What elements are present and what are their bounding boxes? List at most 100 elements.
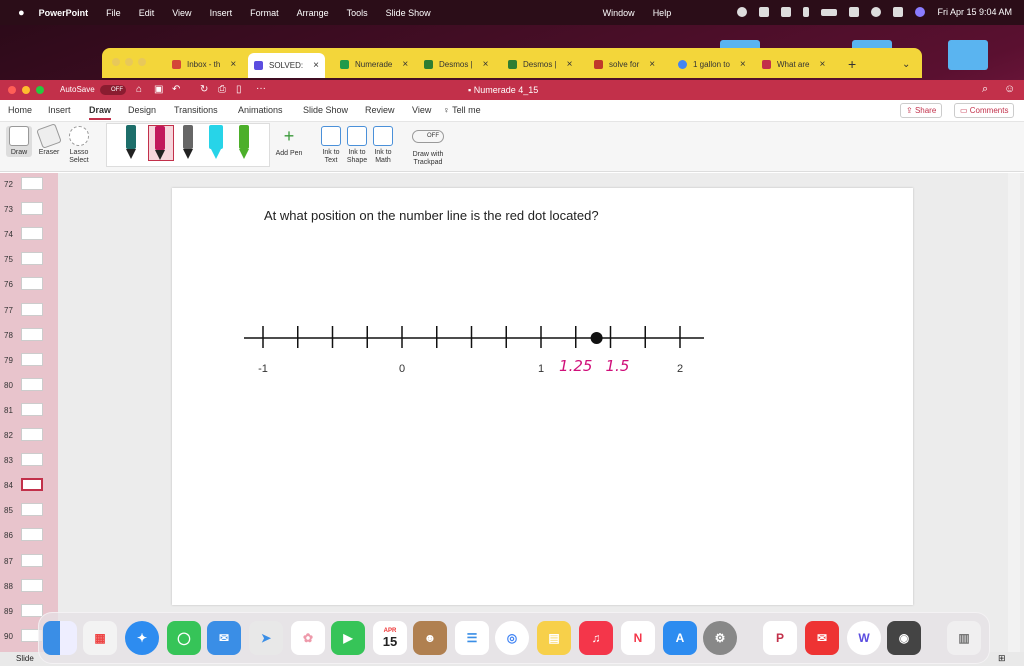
redo-icon[interactable]: ↻ bbox=[200, 84, 208, 95]
menu-edit[interactable]: Edit bbox=[139, 8, 155, 18]
tell-me[interactable]: ♀ Tell me bbox=[443, 105, 481, 115]
close-icon[interactable]: × bbox=[230, 59, 236, 70]
ink-to-shape-button[interactable]: Ink to Shape bbox=[344, 126, 370, 164]
view-icon[interactable]: ⊞ bbox=[998, 653, 1006, 664]
ink-to-text-button[interactable]: Ink to Text bbox=[318, 126, 344, 164]
tab-transitions[interactable]: Transitions bbox=[174, 105, 218, 115]
safari-icon[interactable]: ✦ bbox=[125, 621, 159, 655]
eraser-button[interactable]: Eraser bbox=[36, 123, 62, 157]
search-icon[interactable] bbox=[871, 7, 882, 17]
music-icon[interactable]: ♫ bbox=[579, 621, 613, 655]
print-icon[interactable]: ⎙ bbox=[218, 84, 226, 95]
scrollbar[interactable] bbox=[1008, 173, 1020, 666]
slide-thumbnail[interactable]: 80 bbox=[0, 374, 58, 396]
close-window-button[interactable] bbox=[8, 86, 16, 94]
record-icon[interactable] bbox=[737, 7, 748, 17]
slide-thumbnail[interactable]: 73 bbox=[0, 198, 58, 220]
minimize-window-button[interactable] bbox=[22, 86, 30, 94]
undo-icon[interactable]: ↶ bbox=[172, 84, 180, 95]
pen-icon[interactable] bbox=[120, 125, 142, 161]
menu-window[interactable]: Window bbox=[603, 8, 635, 18]
app-menu[interactable]: PowerPoint bbox=[39, 8, 89, 18]
airmail-icon[interactable]: ✉ bbox=[805, 621, 839, 655]
tab-slideshow[interactable]: Slide Show bbox=[303, 105, 348, 115]
slide-thumbnail[interactable]: 72 bbox=[0, 173, 58, 195]
extension-icon[interactable] bbox=[759, 7, 770, 17]
browser-tab[interactable]: Desmos | × bbox=[508, 54, 572, 74]
control-center-icon[interactable] bbox=[893, 7, 904, 17]
search-icon[interactable]: ⌕ bbox=[982, 83, 988, 96]
tab-animations[interactable]: Animations bbox=[238, 105, 283, 115]
contacts-icon[interactable]: ☻ bbox=[413, 621, 447, 655]
close-icon[interactable]: × bbox=[483, 59, 489, 70]
maps-icon[interactable]: ➤ bbox=[249, 621, 283, 655]
slide-thumbnail[interactable]: 82 bbox=[0, 424, 58, 446]
slide-thumbnail[interactable]: 78 bbox=[0, 324, 58, 346]
menubar-clock[interactable]: Fri Apr 15 9:04 AM bbox=[937, 7, 1012, 17]
menu-insert[interactable]: Insert bbox=[210, 8, 233, 18]
numerade-app-icon[interactable]: W bbox=[847, 621, 881, 655]
tab-home[interactable]: Home bbox=[8, 105, 32, 115]
apple-menu-icon[interactable]: ● bbox=[18, 7, 25, 19]
messages-icon[interactable]: ◯ bbox=[167, 621, 201, 655]
autosave-toggle[interactable]: OFF bbox=[100, 85, 126, 95]
highlighter-icon[interactable] bbox=[233, 125, 255, 161]
slide-thumbnail[interactable]: 75 bbox=[0, 248, 58, 270]
app-store-icon[interactable]: A bbox=[663, 621, 697, 655]
siri-icon[interactable] bbox=[915, 7, 926, 17]
zoom-window-button[interactable] bbox=[36, 86, 44, 94]
menu-format[interactable]: Format bbox=[250, 8, 279, 18]
draw-with-trackpad-button[interactable]: OFF Draw with Trackpad bbox=[406, 126, 450, 166]
tab-view[interactable]: View bbox=[412, 105, 431, 115]
account-icon[interactable]: ☺ bbox=[1004, 83, 1015, 95]
preview-icon[interactable]: ◉ bbox=[887, 621, 921, 655]
save-icon[interactable]: ▣ bbox=[154, 84, 163, 95]
close-icon[interactable]: × bbox=[567, 59, 573, 70]
chrome-icon[interactable]: ◎ bbox=[495, 621, 529, 655]
highlighter-icon[interactable] bbox=[205, 125, 227, 161]
calendar-icon[interactable]: APR 15 bbox=[373, 621, 407, 655]
slide-thumbnail[interactable]: 76 bbox=[0, 273, 58, 295]
number-line-figure[interactable]: -1 0 1 2 1.25 1.5 bbox=[172, 188, 913, 605]
tab-insert[interactable]: Insert bbox=[48, 105, 71, 115]
launchpad-icon[interactable]: ▦ bbox=[83, 621, 117, 655]
browser-tab[interactable]: 1 gallon to × bbox=[678, 54, 746, 74]
slide-thumbnail[interactable]: 81 bbox=[0, 399, 58, 421]
new-doc-icon[interactable]: ▯ bbox=[236, 84, 242, 95]
tab-design[interactable]: Design bbox=[128, 105, 156, 115]
comments-button[interactable]: ▭ Comments bbox=[954, 103, 1015, 118]
new-tab-button[interactable]: + bbox=[848, 54, 856, 74]
doc-title[interactable]: ▪ Numerade 4_15 bbox=[468, 85, 538, 95]
browser-tab[interactable]: What are × bbox=[762, 54, 825, 74]
browser-tab[interactable]: Desmos | × bbox=[424, 54, 488, 74]
pen-icon-selected[interactable] bbox=[148, 125, 174, 161]
slide-thumbnail[interactable]: 87 bbox=[0, 550, 58, 572]
browser-tab[interactable]: solve for × bbox=[594, 54, 655, 74]
powerpoint-icon[interactable]: P bbox=[763, 621, 797, 655]
browser-tab[interactable]: Inbox - th × bbox=[172, 54, 236, 74]
news-icon[interactable]: N bbox=[621, 621, 655, 655]
tab-search-chevron-icon[interactable]: ⌄ bbox=[902, 54, 910, 74]
slide[interactable]: At what position on the number line is t… bbox=[172, 188, 913, 605]
browser-tab-active[interactable]: SOLVED: × bbox=[248, 53, 325, 78]
slide-thumbnail[interactable]: 86 bbox=[0, 524, 58, 546]
close-icon[interactable]: × bbox=[740, 59, 746, 70]
reminders-icon[interactable]: ☰ bbox=[455, 621, 489, 655]
bluetooth-icon[interactable] bbox=[803, 7, 810, 17]
trackpad-toggle[interactable]: OFF bbox=[412, 130, 444, 143]
slide-thumbnail[interactable]: 88 bbox=[0, 575, 58, 597]
photos-icon[interactable]: ✿ bbox=[291, 621, 325, 655]
slide-thumbnail[interactable]: 79 bbox=[0, 349, 58, 371]
tab-draw[interactable]: Draw bbox=[89, 105, 112, 120]
lasso-select-button[interactable]: Lasso Select bbox=[66, 126, 92, 164]
menu-view[interactable]: View bbox=[172, 8, 191, 18]
share-button[interactable]: ⇪ Share bbox=[900, 103, 943, 118]
close-icon[interactable]: × bbox=[819, 59, 825, 70]
close-icon[interactable]: × bbox=[402, 59, 408, 70]
slide-thumbnail[interactable]: 83 bbox=[0, 449, 58, 471]
menu-help[interactable]: Help bbox=[653, 8, 672, 18]
wifi-icon[interactable] bbox=[849, 7, 860, 17]
mail-icon[interactable]: ✉ bbox=[207, 621, 241, 655]
folder-icon[interactable] bbox=[948, 40, 988, 70]
draw-tool-button[interactable]: Draw bbox=[6, 126, 32, 157]
